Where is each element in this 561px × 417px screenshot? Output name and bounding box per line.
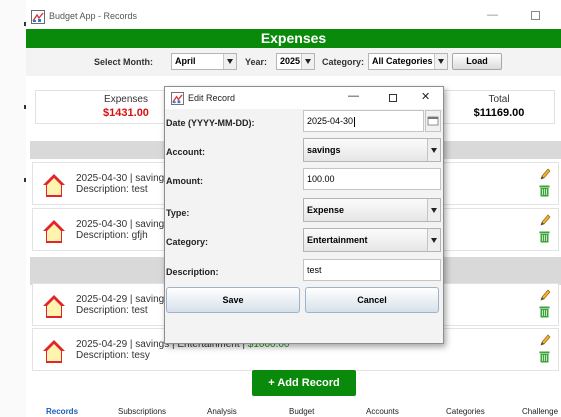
house-icon <box>43 220 65 243</box>
month-select[interactable]: April <box>171 53 237 70</box>
save-button[interactable]: Save <box>166 287 300 313</box>
record-description: Description: gfjh <box>76 230 148 241</box>
record-summary: 2025-04-30 | savings <box>76 173 170 184</box>
house-icon <box>43 340 65 363</box>
chevron-down-icon[interactable] <box>427 139 440 161</box>
app-icon <box>31 10 45 24</box>
pencil-icon[interactable] <box>539 167 551 181</box>
page-title: Expenses <box>26 29 561 48</box>
load-button[interactable]: Load <box>452 53 502 70</box>
calendar-icon[interactable] <box>425 110 441 132</box>
month-label: Select Month: <box>94 57 154 67</box>
category-value: Entertainment <box>307 235 368 245</box>
amount-label: Amount: <box>166 176 203 186</box>
date-field[interactable]: 2025-04-30 <box>303 110 424 132</box>
expenses-summary: Expenses $1431.00 <box>76 94 176 119</box>
year-value: 2025 <box>280 56 301 66</box>
tab-accounts[interactable]: Accounts <box>366 407 399 416</box>
year-label: Year: <box>245 57 268 67</box>
trash-icon[interactable] <box>539 350 550 363</box>
maximize-button[interactable] <box>531 11 540 20</box>
dialog-title: Edit Record <box>188 93 236 103</box>
tab-categories[interactable]: Categories <box>446 407 485 416</box>
record-summary: 2025-04-30 | savings <box>76 219 170 230</box>
category-value: All Categories <box>372 56 433 66</box>
dialog-minimize-button[interactable]: — <box>348 90 359 102</box>
amount-field[interactable]: 100.00 <box>303 168 441 190</box>
pencil-icon[interactable] <box>539 213 551 227</box>
type-label: Type: <box>166 208 190 218</box>
total-value: $11169.00 <box>473 107 525 119</box>
house-icon <box>43 174 65 197</box>
dialog-close-button[interactable]: ✕ <box>421 90 430 103</box>
total-label: Total <box>488 94 510 105</box>
minimize-button[interactable]: — <box>487 9 498 21</box>
chevron-down-icon[interactable] <box>434 54 447 69</box>
chevron-down-icon[interactable] <box>223 54 236 69</box>
expenses-label: Expenses <box>104 94 148 105</box>
total-summary: Total $11169.00 <box>449 94 549 119</box>
pencil-icon[interactable] <box>539 333 551 347</box>
tab-budget[interactable]: Budget <box>289 407 314 416</box>
dialog-title-bar: Edit Record — ✕ <box>165 87 443 109</box>
trash-icon[interactable] <box>539 184 550 197</box>
calendar-button[interactable] <box>425 110 441 132</box>
tab-subscriptions[interactable]: Subscriptions <box>118 407 166 416</box>
add-record-button[interactable]: + Add Record <box>252 370 356 396</box>
record-description: Description: tesy <box>76 350 150 361</box>
category-select[interactable]: Entertainment <box>303 228 441 252</box>
tab-challenge[interactable]: Challenge <box>522 407 558 416</box>
date-value: 2025-04-30 <box>307 116 354 126</box>
account-select[interactable]: savings <box>303 138 441 162</box>
app-icon <box>171 92 184 105</box>
house-icon <box>43 295 65 318</box>
year-select[interactable]: 2025 <box>276 53 315 70</box>
type-select[interactable]: Expense <box>303 198 441 222</box>
title-bar: Budget App - Records — <box>26 5 561 29</box>
date-label: Date (YYYY-MM-DD): <box>166 118 255 128</box>
text-cursor <box>354 116 356 127</box>
cancel-button[interactable]: Cancel <box>305 287 439 313</box>
chevron-down-icon[interactable] <box>427 229 440 251</box>
chevron-down-icon[interactable] <box>301 54 314 69</box>
category-label: Category: <box>166 237 209 247</box>
edit-record-dialog: Edit Record — ✕ Date (YYYY-MM-DD): 2025-… <box>164 86 444 344</box>
account-value: savings <box>307 145 341 155</box>
chevron-down-icon[interactable] <box>427 199 440 221</box>
month-value: April <box>175 56 196 66</box>
filter-bar: Select Month: April Year: 2025 Category:… <box>26 48 561 76</box>
pencil-icon[interactable] <box>539 288 551 302</box>
description-label: Description: <box>166 267 219 277</box>
description-field[interactable]: test <box>303 259 441 281</box>
record-summary: 2025-04-29 | savings <box>76 294 170 305</box>
dialog-maximize-button[interactable] <box>389 94 397 102</box>
record-description: Description: test <box>76 305 148 316</box>
trash-icon[interactable] <box>539 305 550 318</box>
type-value: Expense <box>307 205 345 215</box>
window-title: Budget App - Records <box>49 11 138 21</box>
tab-analysis[interactable]: Analysis <box>207 407 237 416</box>
background-window-edge <box>0 0 26 417</box>
bottom-tab-bar: Records Subscriptions Analysis Budget Ac… <box>26 405 561 417</box>
account-label: Account: <box>166 147 205 157</box>
tab-records[interactable]: Records <box>46 407 78 416</box>
expenses-value: $1431.00 <box>103 107 149 119</box>
record-description: Description: test <box>76 184 148 195</box>
trash-icon[interactable] <box>539 230 550 243</box>
category-label: Category: <box>322 57 365 67</box>
category-select[interactable]: All Categories <box>368 53 448 70</box>
